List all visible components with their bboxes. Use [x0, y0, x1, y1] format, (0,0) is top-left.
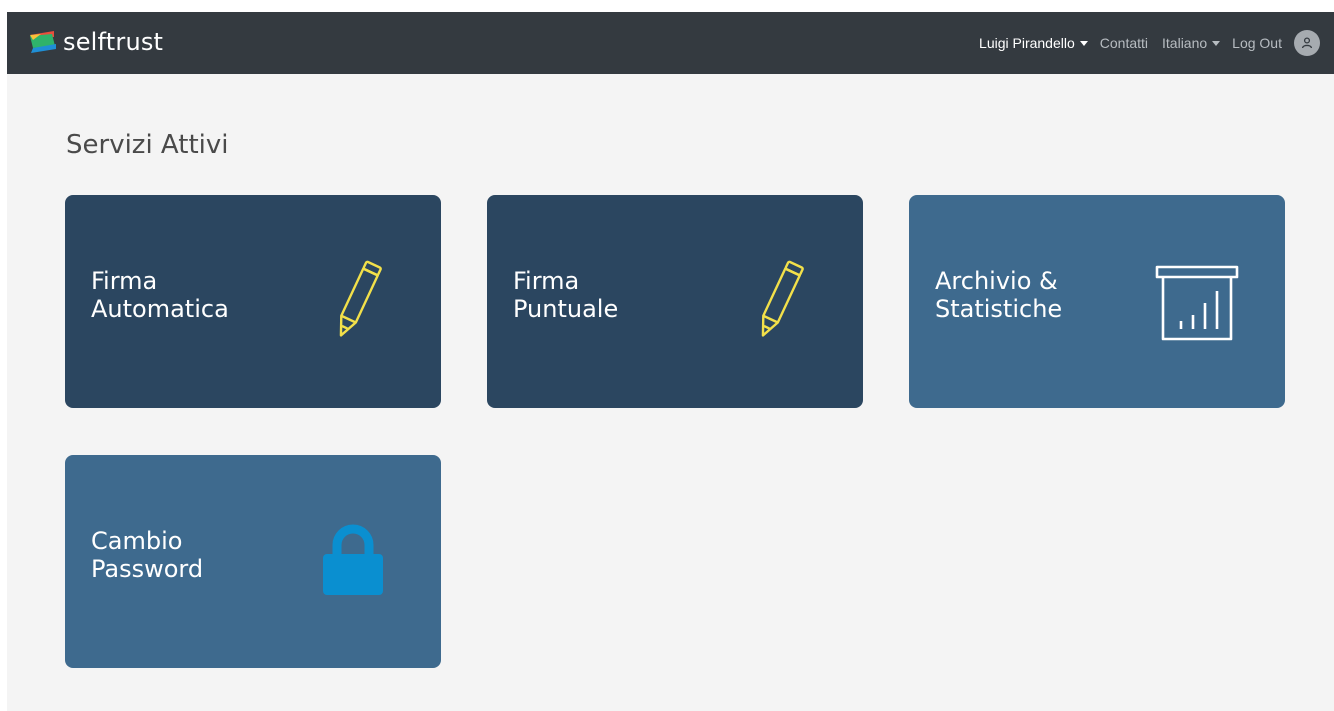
user-name: Luigi Pirandello	[979, 35, 1075, 51]
card-title-line: Firma	[91, 267, 158, 295]
lock-icon	[323, 524, 383, 595]
card-title-line: Firma	[513, 267, 580, 295]
selftrust-logo-icon	[30, 31, 56, 53]
card-title: Cambio Password	[91, 527, 291, 583]
chevron-down-icon	[1079, 40, 1088, 46]
card-title: Archivio & Statistiche	[935, 267, 1135, 323]
pencil-icon	[761, 260, 804, 337]
language-dropdown[interactable]: Italiano	[1162, 35, 1221, 51]
archive-chart-icon	[1155, 265, 1239, 341]
card-title-line: Statistiche	[935, 295, 1063, 323]
card-title-line: Puntuale	[513, 295, 619, 323]
card-title-line: Password	[91, 555, 204, 583]
avatar[interactable]	[1294, 30, 1320, 56]
service-card-cambio-password[interactable]: Cambio Password	[65, 455, 441, 668]
card-title-line: Cambio	[91, 527, 183, 555]
app-frame: selftrust Luigi Pirandello Contatti Ital…	[7, 12, 1334, 711]
top-navbar: selftrust Luigi Pirandello Contatti Ital…	[7, 12, 1334, 74]
service-card-archivio-statistiche[interactable]: Archivio & Statistiche	[909, 195, 1285, 408]
user-menu-dropdown[interactable]: Luigi Pirandello	[979, 35, 1088, 51]
page-title: Servizi Attivi	[66, 130, 229, 160]
card-title-line: Automatica	[91, 295, 229, 323]
brand-logo-link[interactable]: selftrust	[27, 27, 163, 57]
contacts-link[interactable]: Contatti	[1100, 35, 1148, 51]
pencil-icon	[339, 260, 382, 337]
service-card-firma-automatica[interactable]: Firma Automatica	[65, 195, 441, 408]
logout-link[interactable]: Log Out	[1232, 35, 1282, 51]
card-title-line: Archivio &	[935, 267, 1058, 295]
chevron-down-icon	[1212, 40, 1221, 46]
language-label: Italiano	[1162, 35, 1208, 51]
card-title: Firma Puntuale	[513, 267, 713, 323]
nav-right: Luigi Pirandello Contatti Italiano Log O…	[979, 12, 1320, 74]
card-title: Firma Automatica	[91, 267, 291, 323]
user-icon	[1301, 37, 1313, 49]
service-card-firma-puntuale[interactable]: Firma Puntuale	[487, 195, 863, 408]
brand-name: selftrust	[63, 28, 164, 56]
